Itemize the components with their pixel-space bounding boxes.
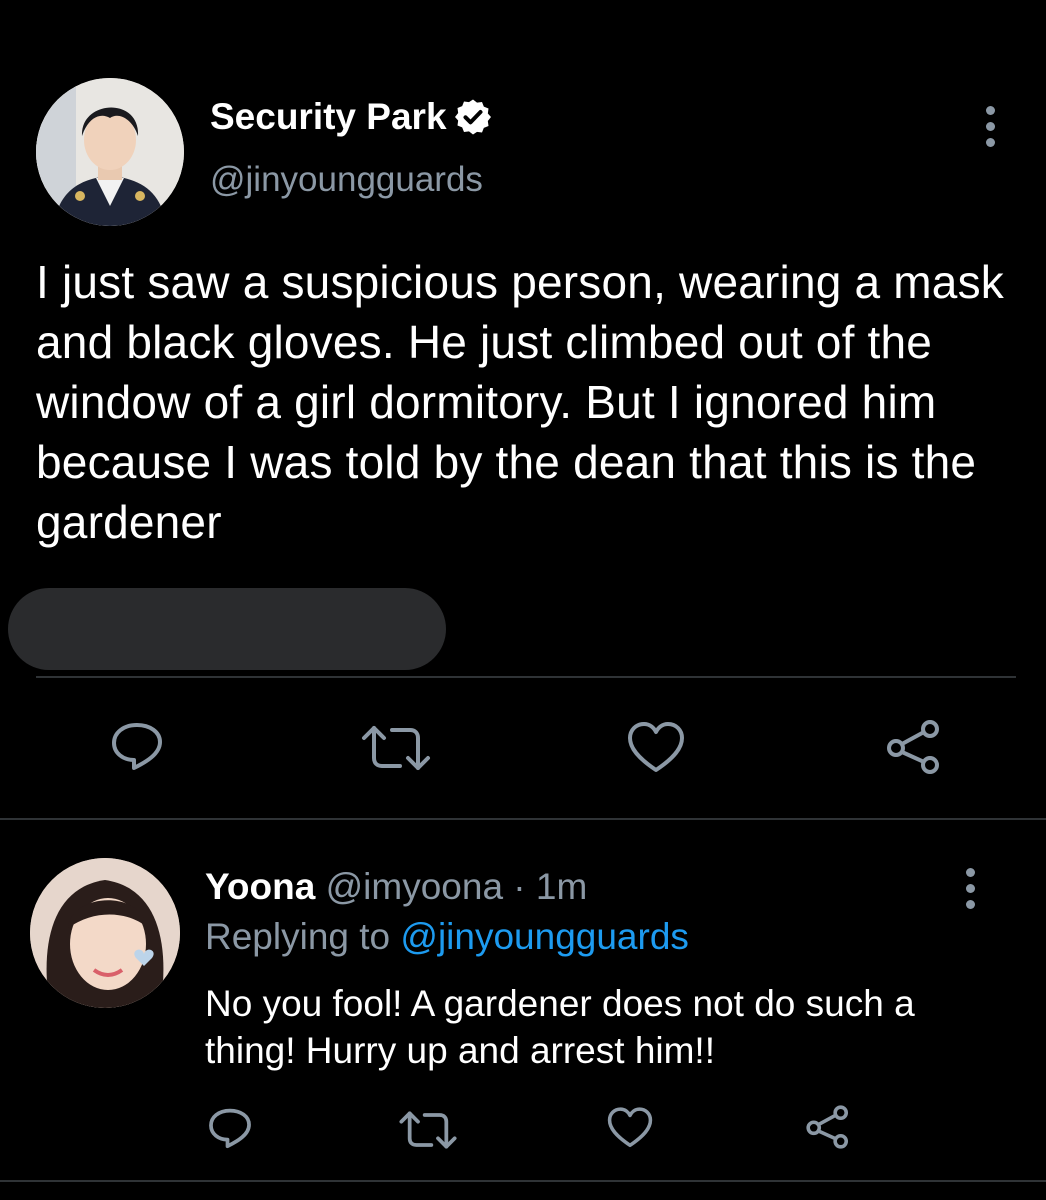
author-name-row[interactable]: Security Park [210, 96, 493, 138]
separator-dot: · [503, 866, 536, 907]
share-icon[interactable] [804, 1104, 852, 1150]
divider [36, 676, 1016, 678]
verified-icon [453, 97, 493, 137]
more-icon[interactable] [964, 868, 976, 909]
retweet-icon[interactable] [398, 1110, 458, 1150]
replying-to-mention[interactable]: @jinyoungguards [400, 916, 689, 957]
reply-author-name[interactable]: Yoona [205, 866, 315, 907]
more-icon[interactable] [984, 106, 996, 147]
replying-to-line: Replying to @jinyoungguards [205, 916, 689, 958]
like-icon[interactable] [626, 720, 686, 776]
retweet-icon[interactable] [360, 724, 432, 772]
reply-author-handle[interactable]: @imyoona [326, 866, 503, 907]
reply-icon[interactable] [108, 720, 166, 772]
reply-time[interactable]: 1m [536, 866, 587, 907]
replying-to-label: Replying to [205, 916, 401, 957]
redacted-bar [8, 588, 446, 670]
author-handle[interactable]: @jinyoungguards [210, 160, 483, 200]
like-icon[interactable] [606, 1106, 654, 1150]
reply-text: No you fool! A gardener does not do such… [205, 983, 915, 1071]
divider [0, 1180, 1046, 1182]
tweet-text: I just saw a suspicious person, wearing … [36, 256, 1004, 548]
divider [0, 818, 1046, 820]
reply-header: Yoona @imyoona · 1m [205, 866, 587, 908]
author-name[interactable]: Security Park [210, 96, 447, 138]
share-icon[interactable] [884, 718, 944, 776]
author-avatar[interactable] [36, 78, 184, 226]
reply-icon[interactable] [206, 1106, 254, 1150]
reply-avatar[interactable] [30, 858, 180, 1008]
